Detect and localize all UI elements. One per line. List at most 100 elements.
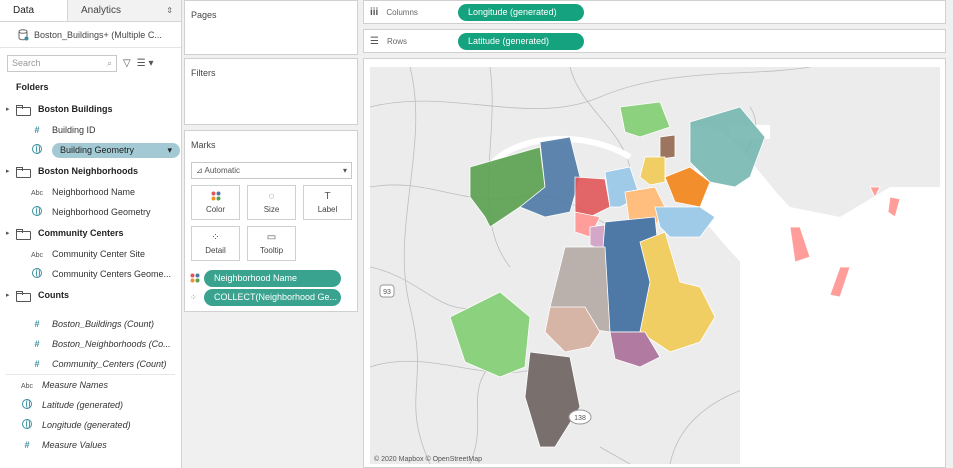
detail-button[interactable]: ⁘ Detail (191, 226, 240, 261)
field-name: Neighborhood Name (52, 187, 136, 197)
neighborhood-north-end (659, 134, 676, 160)
field-item[interactable]: # Building ID (0, 120, 181, 140)
measure-hash-icon: # (34, 359, 40, 369)
sort-arrows-icon[interactable]: ⇕ (166, 6, 173, 15)
chevron-down-icon[interactable]: ▾ (167, 145, 172, 156)
measure-item[interactable]: Latitude (generated) (0, 395, 181, 415)
folder-row[interactable]: ▸ Counts (0, 284, 181, 306)
geo-globe-icon (28, 144, 46, 156)
measure-item[interactable]: Longitude (generated) (0, 415, 181, 435)
field-item[interactable]: Neighborhood Geometry (0, 202, 181, 222)
marks-pill-color[interactable]: Neighborhood Name (190, 270, 341, 287)
mark-type-value: Automatic (204, 166, 241, 175)
field-name: Boston_Buildings (Count) (52, 319, 155, 329)
columns-label: Columns (386, 7, 418, 17)
columns-icon: iii (370, 6, 379, 18)
measure-hash-icon: # (34, 319, 40, 329)
search-row: Search ⌕ ▽ ☰ ▾ (0, 52, 181, 74)
folders-label: Folders (16, 82, 49, 92)
label-button[interactable]: T Label (303, 185, 352, 220)
chevron-down-icon: ▾ (342, 166, 347, 175)
folders-list: ▸ Boston Buildings # Building ID Building Ge… (0, 98, 181, 374)
tab-analytics[interactable]: Analytics ⇕ (68, 0, 181, 21)
color-dots-icon (190, 273, 204, 285)
boston-map[interactable]: 93 138 (370, 67, 940, 464)
label-label: Label (317, 205, 338, 214)
measure-name: Longitude (generated) (42, 420, 131, 430)
filters-title: Filters (191, 68, 216, 78)
folder-row[interactable]: ▸ Boston Neighborhoods (0, 160, 181, 182)
cards-column: Pages Filters Marks ⊿ Automatic ▾ Color … (184, 0, 358, 468)
map-attribution: © 2020 Mapbox © OpenStreetMap (374, 456, 482, 463)
search-icon: ⌕ (106, 57, 112, 68)
chevron-right-icon[interactable]: ▸ (6, 229, 16, 237)
chevron-right-icon[interactable]: ▸ (6, 167, 16, 175)
folder-row[interactable]: ▸ Boston Buildings (0, 98, 181, 120)
filters-card[interactable]: Filters (184, 58, 358, 125)
field-item[interactable]: # Boston_Neighborhoods (Co... (0, 334, 181, 354)
detail-label: Detail (205, 246, 226, 255)
color-button[interactable]: Color (191, 185, 240, 220)
rows-label: Rows (386, 36, 407, 46)
field-item[interactable]: Community Centers Geome... (0, 264, 181, 284)
tooltip-label: Tooltip (259, 246, 284, 255)
list-view-icon[interactable]: ☰ ▾ (137, 58, 154, 69)
filter-icon[interactable]: ▽ (123, 58, 131, 69)
measure-name: Measure Names (42, 380, 109, 390)
map-view[interactable]: 93 138 © 2020 Mapbox © OpenStreetMap (363, 58, 946, 468)
field-name: Boston_Neighborhoods (Co... (52, 339, 171, 349)
field-item[interactable]: Building Geometry ▾ (0, 140, 181, 160)
size-label: Size (263, 205, 280, 214)
geo-globe-icon (28, 206, 46, 218)
field-name: Building Geometry (60, 145, 135, 155)
measure-name: Measure Values (42, 440, 107, 450)
color-label: Color (205, 205, 226, 214)
field-item[interactable]: Abc Community Center Site (0, 244, 181, 264)
dimension-abc-icon: Abc (30, 252, 44, 259)
folder-label: Community Centers (38, 228, 124, 238)
field-name: Community Centers Geome... (52, 269, 172, 279)
folder-row[interactable]: ▸ Community Centers (0, 222, 181, 244)
shield-138-label: 138 (574, 415, 586, 422)
field-name: Community_Centers (Count) (52, 359, 167, 369)
dimension-abc-icon: Abc (20, 383, 34, 390)
field-item[interactable]: # Community_Centers (Count) (0, 354, 181, 374)
latitude-pill[interactable]: Latitude (generated) (458, 32, 584, 50)
geo-globe-icon (18, 419, 36, 431)
size-button[interactable]: ◌ Size (247, 185, 296, 220)
rows-shelf[interactable]: ☰ Rows Latitude (generated) (363, 29, 946, 53)
search-input[interactable]: Search ⌕ (7, 54, 117, 72)
chevron-right-icon[interactable]: ▸ (6, 105, 16, 113)
selected-field-pill[interactable]: Building Geometry ▾ (52, 142, 180, 158)
mark-type-dropdown[interactable]: ⊿ Automatic ▾ (191, 162, 352, 179)
measures-list: Abc Measure Names Latitude (generated) Long… (0, 375, 181, 455)
geo-globe-icon (18, 399, 36, 411)
field-item[interactable]: # Boston_Buildings (Count) (0, 314, 181, 334)
collect-geometry-pill: COLLECT(Neighborhood Ge... (204, 289, 341, 306)
measure-item[interactable]: # Measure Values (0, 435, 181, 455)
size-icon: ◌ (268, 191, 275, 202)
neighborhood-name-pill: Neighborhood Name (204, 270, 341, 287)
chevron-right-icon[interactable]: ▸ (6, 291, 16, 299)
datasource-name: Boston_Buildings+ (Multiple C... (34, 29, 162, 40)
dimension-abc-icon: Abc (30, 190, 44, 197)
columns-shelf[interactable]: iii Columns Longitude (generated) (363, 0, 946, 24)
folder-icon (16, 290, 31, 302)
measure-item[interactable]: Abc Measure Names (0, 375, 181, 395)
data-pane: Data Analytics ⇕ Boston_Buildings+ (Mult… (0, 0, 182, 468)
route-shield-138: 138 (568, 409, 592, 425)
folder-icon (16, 166, 31, 178)
folder-label: Boston Buildings (38, 104, 113, 114)
longitude-pill[interactable]: Longitude (generated) (458, 3, 584, 21)
field-item[interactable]: Abc Neighborhood Name (0, 182, 181, 202)
tooltip-button[interactable]: ▭ Tooltip (247, 226, 296, 261)
datasource-item[interactable]: Boston_Buildings+ (Multiple C... (0, 22, 181, 48)
folder-label: Boston Neighborhoods (38, 166, 138, 176)
marks-pill-detail[interactable]: ⁘ COLLECT(Neighborhood Ge... (190, 289, 341, 306)
tab-analytics-label: Analytics (81, 5, 122, 16)
tab-data[interactable]: Data (0, 0, 68, 21)
pages-card[interactable]: Pages (184, 0, 358, 55)
marks-card: Marks ⊿ Automatic ▾ Color ◌ Size T Label… (184, 130, 358, 312)
folder-label: Counts (38, 290, 69, 300)
